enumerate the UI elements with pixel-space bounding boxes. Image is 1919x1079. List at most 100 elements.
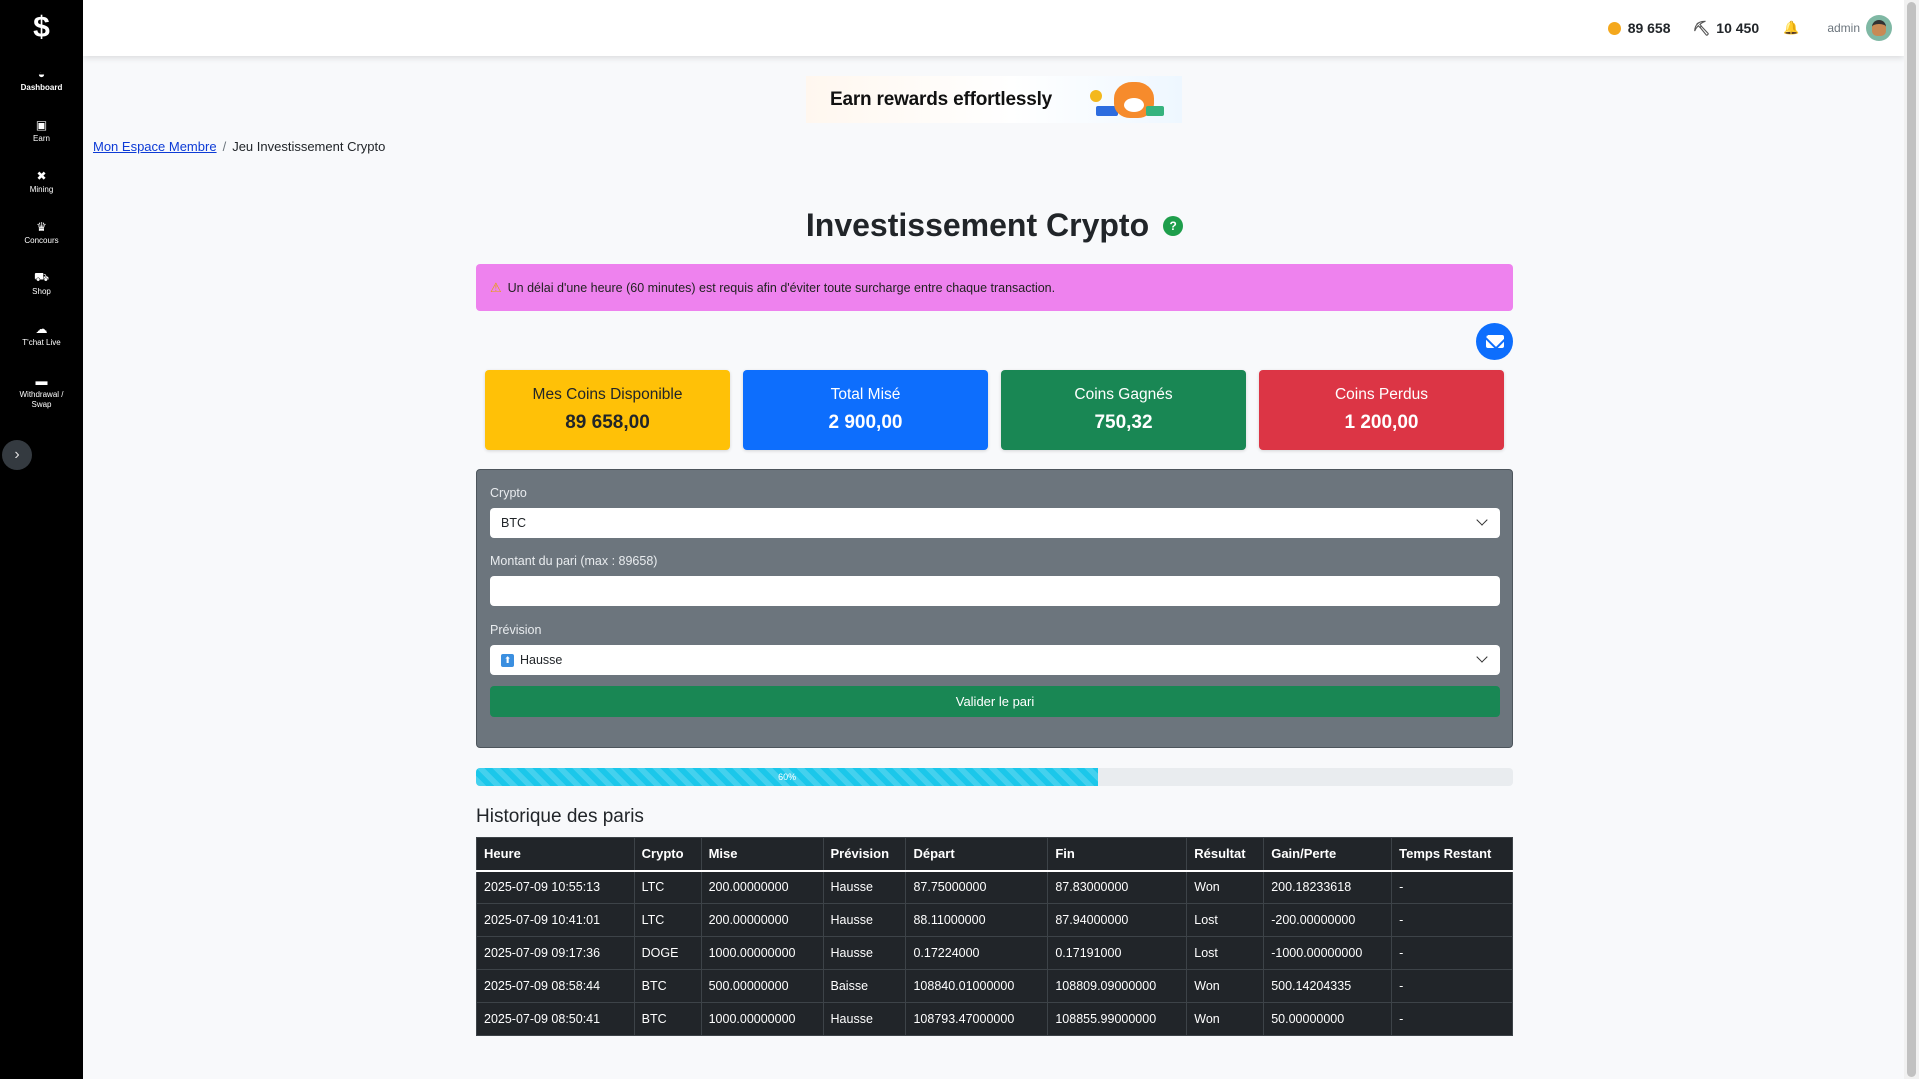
coin-icon — [1607, 21, 1621, 35]
scrollbar-thumb[interactable] — [1907, 2, 1916, 1077]
table-cell: BTC — [633, 1002, 702, 1036]
table-cell: 1000.00000000 — [700, 1002, 824, 1036]
table-cell: 50.00000000 — [1263, 1002, 1393, 1036]
sidebar-item-earn[interactable]: ▣ Earn — [0, 106, 83, 157]
mail-button[interactable] — [1476, 323, 1513, 360]
table-cell: 500.00000000 — [700, 969, 824, 1003]
table-cell: 200.00000000 — [700, 903, 824, 937]
table-cell: LTC — [633, 870, 702, 904]
coin-balance-value: 89 658 — [1627, 20, 1671, 36]
page-header: Investissement Crypto? — [476, 207, 1513, 244]
table-cell: -200.00000000 — [1263, 903, 1393, 937]
arrow-up-icon: ⬆ — [501, 653, 514, 667]
card-title: Mes Coins Disponible — [532, 386, 683, 403]
table-cell: 2025-07-09 10:55:13 — [476, 870, 635, 904]
table-cell: - — [1391, 870, 1513, 904]
page-scrollbar[interactable] — [1904, 0, 1919, 1079]
app-logo[interactable]: $ — [0, 0, 83, 55]
breadcrumb-separator: / — [222, 139, 227, 154]
table-row: 2025-07-09 10:41:01 LTC 200.00000000 Hau… — [476, 903, 1513, 937]
pickaxe-icon: ⛏ — [1692, 19, 1711, 36]
card-title: Total Misé — [830, 386, 901, 403]
avatar[interactable] — [1866, 15, 1892, 41]
prevision-label: Prévision — [490, 623, 542, 637]
bell-icon[interactable]: 🔔 — [1783, 20, 1799, 36]
user-menu[interactable]: admin — [1827, 15, 1892, 41]
card-available-coins: Mes Coins Disponible 89 658,00 — [485, 370, 730, 450]
sidebar-item-withdrawal-swap[interactable]: ▬ Withdrawal / Swap — [0, 361, 83, 423]
column-header: Fin — [1047, 837, 1188, 872]
sidebar: $ ◒ Dashboard ▣ Earn ✖ Mining ♛ Concours… — [0, 0, 83, 1079]
warning-icon: ⚠ — [490, 279, 502, 295]
sidebar-item-tchat-live[interactable]: ☁ T'chat Live — [0, 310, 83, 361]
card-title: Coins Gagnés — [1074, 386, 1173, 403]
chat-icon: ☁ — [35, 322, 48, 336]
sidebar-item-shop[interactable]: ⛟ Shop — [0, 259, 83, 310]
page-title: Investissement Crypto — [805, 207, 1150, 243]
card-coins-lost: Coins Perdus 1 200,00 — [1259, 370, 1504, 450]
sidebar-item-label: Mining — [29, 185, 54, 194]
table-cell: 87.83000000 — [1047, 870, 1188, 904]
mining-balance: ⛏ 10 450 — [1693, 20, 1760, 37]
card-total-bet: Total Misé 2 900,00 — [743, 370, 988, 450]
table-cell: Hausse — [822, 936, 907, 970]
sidebar-item-label: Withdrawal / — [19, 389, 64, 399]
table-cell: Hausse — [822, 903, 907, 937]
sidebar-item-concours[interactable]: ♛ Concours — [0, 208, 83, 259]
ad-banner[interactable]: Earn rewards effortlessly — [806, 76, 1182, 123]
chevron-right-icon: › — [14, 446, 20, 463]
username: admin — [1827, 21, 1860, 35]
alert-text: Un délai d'une heure (60 minutes) est re… — [507, 280, 1056, 295]
wallet-icon: ▬ — [35, 373, 48, 388]
column-header: Gain/Perte — [1263, 837, 1393, 872]
card-value: 1 200,00 — [1344, 412, 1419, 433]
prevision-select[interactable]: ⬆ Hausse — [490, 645, 1500, 675]
breadcrumb-home-link[interactable]: Mon Espace Membre — [93, 139, 217, 154]
table-row: 2025-07-09 08:50:41 BTC 1000.00000000 Ha… — [476, 1002, 1513, 1036]
table-cell: 0.17224000 — [905, 936, 1049, 970]
table-cell: Won — [1186, 969, 1265, 1003]
table-cell: DOGE — [633, 936, 702, 970]
tools-icon: ✖ — [36, 169, 47, 183]
table-cell: Won — [1186, 1002, 1265, 1036]
table-cell: 2025-07-09 08:50:41 — [476, 1002, 635, 1036]
sidebar-item-label: Swap — [31, 399, 52, 409]
sidebar-toggle-button[interactable]: › — [2, 440, 32, 470]
cooldown-progress: 60% — [476, 768, 1513, 786]
amount-input[interactable] — [490, 576, 1500, 606]
breadcrumb: Mon Espace Membre / Jeu Investissement Cry… — [93, 139, 385, 154]
prevision-select-value: Hausse — [520, 653, 563, 667]
submit-bet-button[interactable]: Valider le pari — [490, 686, 1500, 717]
table-cell: Baisse — [822, 969, 907, 1003]
card-title: Coins Perdus — [1334, 386, 1429, 403]
table-cell: BTC — [633, 969, 702, 1003]
table-cell: Won — [1186, 870, 1265, 904]
sidebar-item-dashboard[interactable]: ◒ Dashboard — [0, 55, 83, 106]
crypto-select[interactable]: BTC — [490, 508, 1500, 538]
sidebar-item-label: Earn — [33, 134, 50, 143]
history-table: Heure Crypto Mise Prévision Départ Fin R… — [476, 837, 1513, 1036]
card-icon — [1146, 106, 1164, 116]
table-cell: - — [1391, 1002, 1513, 1036]
table-cell: 200.00000000 — [700, 870, 824, 904]
card-value: 2 900,00 — [828, 412, 903, 433]
column-header: Prévision — [822, 837, 907, 872]
table-cell: 88.11000000 — [905, 903, 1049, 937]
sidebar-item-mining[interactable]: ✖ Mining — [0, 157, 83, 208]
cooldown-alert: ⚠ Un délai d'une heure (60 minutes) est … — [476, 264, 1513, 311]
table-row: 2025-07-09 09:17:36 DOGE 1000.00000000 H… — [476, 936, 1513, 970]
history-title: Historique des paris — [476, 806, 644, 827]
sidebar-item-label: Dashboard — [20, 83, 63, 92]
table-cell: Hausse — [822, 1002, 907, 1036]
card-value: 750,32 — [1094, 412, 1153, 433]
column-header: Mise — [700, 837, 824, 872]
table-row: 2025-07-09 08:58:44 BTC 500.00000000 Bai… — [476, 969, 1513, 1003]
chevron-down-icon — [1476, 514, 1488, 526]
column-header: Heure — [476, 837, 635, 872]
help-icon[interactable]: ? — [1163, 215, 1184, 236]
table-cell: 87.94000000 — [1047, 903, 1188, 937]
progress-bar-fill: 60% — [476, 768, 1099, 786]
table-cell: Hausse — [822, 870, 907, 904]
table-cell: 0.17191000 — [1047, 936, 1188, 970]
ad-banner-text: Earn rewards effortlessly — [830, 88, 1053, 110]
